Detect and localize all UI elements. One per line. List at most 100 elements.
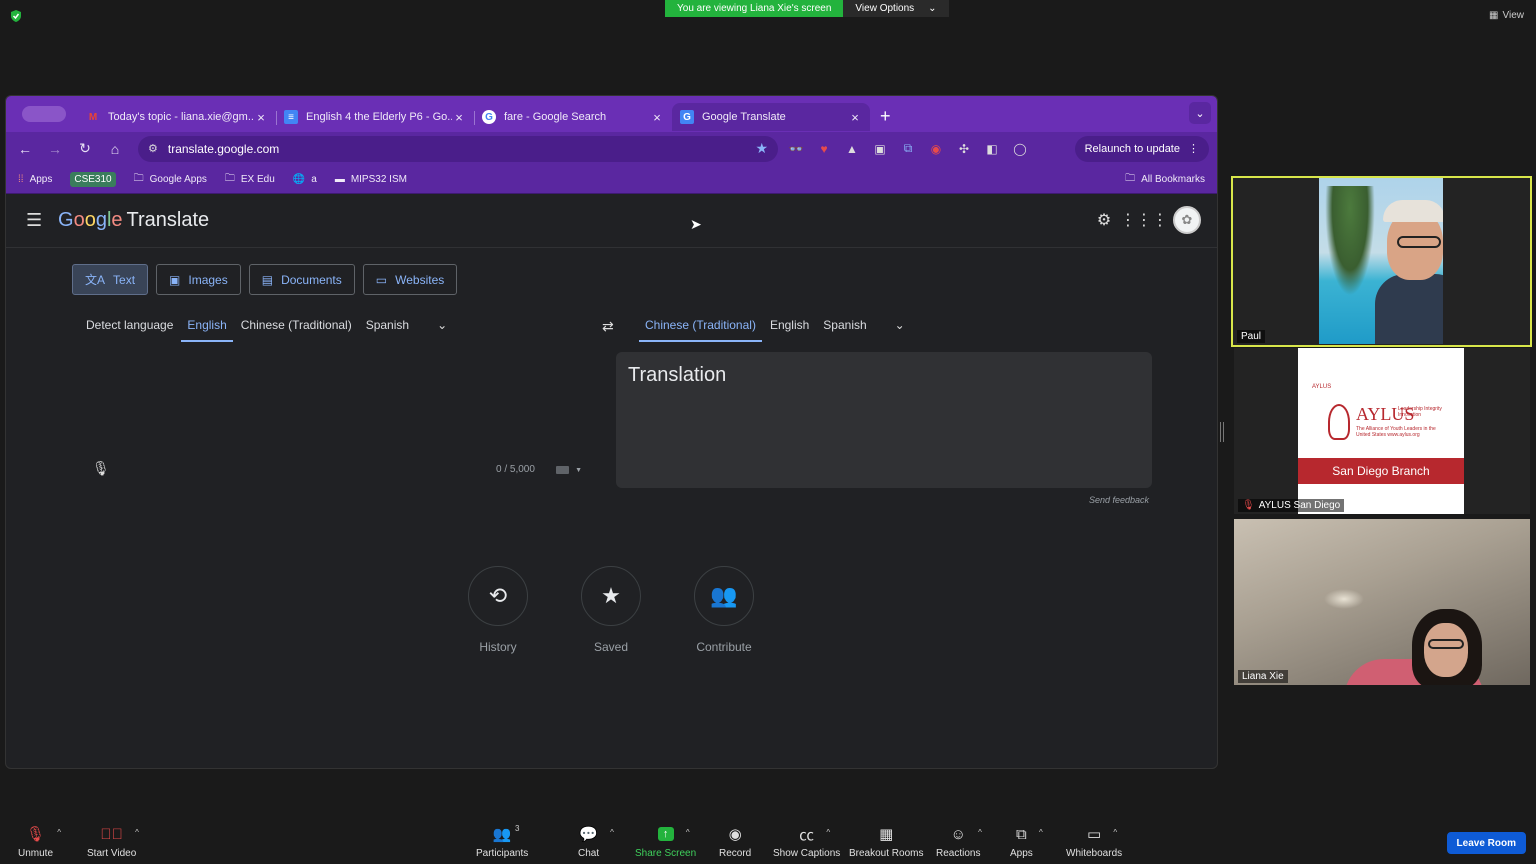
show-captions-button[interactable]: ㏄ ^ Show Captions [773,826,840,860]
extension-glasses-icon[interactable]: 👓 [786,139,806,159]
caret-up-icon[interactable]: ^ [686,828,690,837]
mode-text[interactable]: 文A Text [72,264,149,295]
extension-heart-icon[interactable]: ♥ [814,139,834,159]
close-icon[interactable]: × [650,110,664,125]
all-bookmarks[interactable]: 🗀 All Bookmarks [1125,171,1205,188]
apps-icon: ⧉ ^ [1016,825,1043,843]
hamburger-menu-icon[interactable]: ☰ [26,210,44,231]
bookmark-ex-edu[interactable]: 🗀 EX Edu [225,171,275,188]
chat-button[interactable]: 💬 ^ Chat [578,826,614,859]
site-info-icon[interactable]: ⚙ [148,142,158,155]
chevron-down-icon[interactable]: ⌄ [895,318,905,342]
caret-up-icon[interactable]: ^ [1039,828,1043,837]
reload-button[interactable]: ↻ [74,138,96,160]
bookmark-star-icon[interactable]: ★ [755,140,768,157]
source-lang-spanish[interactable]: Spanish [366,318,409,342]
tab-google-search[interactable]: G fare - Google Search × [474,103,672,131]
all-bookmarks-label: All Bookmarks [1141,173,1205,185]
product-name: Translate [126,209,210,231]
source-text-input[interactable]: 🎙 0 / 5,000 ▼ [72,352,596,488]
view-button[interactable]: ▦ View [1489,10,1524,21]
settings-gear-icon[interactable]: ⚙ [1093,209,1115,231]
participant-tile-liana[interactable]: Liana Xie [1234,519,1530,685]
target-lang-spanish[interactable]: Spanish [823,318,866,342]
leave-room-button[interactable]: Leave Room [1446,832,1526,854]
caret-up-icon[interactable]: ^ [978,828,982,837]
source-lang-english[interactable]: English [181,318,234,342]
source-lang-detect[interactable]: Detect language [86,318,173,342]
close-icon[interactable]: × [848,110,862,125]
logo-letter: o [84,209,96,231]
bookmark-google-apps[interactable]: 🗀 Google Apps [134,171,207,188]
logo-letter: o [73,209,85,231]
participant-tile-paul[interactable]: Paul [1231,176,1532,347]
bookmark-mips32[interactable]: ▬ MIPS32 ISM [335,174,407,185]
forward-button[interactable]: → [44,138,66,160]
close-icon[interactable]: × [452,110,466,125]
relaunch-button[interactable]: Relaunch to update ⋮ [1074,135,1209,162]
home-button[interactable]: ⌂ [104,138,126,160]
tab-group-indicator[interactable] [22,106,66,122]
view-options-button[interactable]: View Options ⌄ [843,0,949,17]
source-lang-chinese[interactable]: Chinese (Traditional) [241,318,352,342]
breakout-rooms-button[interactable]: ▦ Breakout Rooms [849,826,923,859]
tab-google-translate[interactable]: G Google Translate × [672,103,870,131]
address-bar[interactable]: ⚙ translate.google.com ★ [138,135,778,162]
send-feedback-link[interactable]: Send feedback [1089,495,1149,505]
back-button[interactable]: ← [14,138,36,160]
caret-up-icon[interactable]: ^ [1113,828,1117,837]
whiteboards-button[interactable]: ▭ ^ Whiteboards [1066,826,1122,859]
viewing-banner: You are viewing Liana Xie's screen View … [665,0,949,17]
account-avatar[interactable]: ✿ [1173,206,1201,234]
keyboard-icon[interactable]: ▼ [556,465,582,475]
participants-button[interactable]: 👥 3 Participants [476,824,529,859]
caret-up-icon[interactable]: ^ [135,828,139,837]
toolbar-label: Apps [1010,848,1033,859]
target-lang-english[interactable]: English [770,318,809,342]
tab-gmail[interactable]: M Today's topic - liana.xie@gm... × [78,103,276,131]
url-text[interactable]: translate.google.com [168,142,746,156]
toolbar-label: Share Screen [635,848,697,859]
start-video-button[interactable]: ▶⃠ ^ Start Video [87,826,139,860]
caret-up-icon[interactable]: ^ [826,828,830,837]
caret-up-icon[interactable]: ^ [610,828,614,837]
extension-red-icon[interactable]: ◉ [926,139,946,159]
translation-placeholder: Translation [628,364,727,386]
char-count: 0 / 5,000 [496,464,535,475]
history-button[interactable]: ⟲ History [468,566,528,654]
profile-avatar-icon[interactable]: ◯ [1010,139,1030,159]
bookmark-a[interactable]: 🌐 a [293,174,317,185]
tab-docs[interactable]: ≡ English 4 the Elderly P6 - Go... × [276,103,474,131]
target-lang-chinese[interactable]: Chinese (Traditional) [639,318,762,342]
reactions-button[interactable]: ☺ ^ Reactions [936,826,982,860]
mode-images[interactable]: ▣ Images [156,264,241,295]
tab-search-button[interactable]: ⌄ [1189,102,1211,124]
extension-translate-icon[interactable]: ⧉ [898,139,918,159]
side-panel-icon[interactable]: ◧ [982,139,1002,159]
extension-drive-icon[interactable]: ▲ [842,139,862,159]
toolbar-label: Participants [476,848,529,859]
saved-button[interactable]: ★ Saved [581,566,641,654]
chevron-down-icon[interactable]: ⌄ [437,318,447,342]
google-translate-logo[interactable]: Google Translate [58,209,209,232]
bookmark-apps[interactable]: ⁞⁞ Apps [18,174,52,185]
microphone-icon[interactable]: 🎙 [92,460,110,477]
extension-photo-icon[interactable]: ▣ [870,139,890,159]
aylus-branch: San Diego Branch [1298,458,1464,484]
contribute-button[interactable]: 👥 Contribute [694,566,754,654]
bookmark-cse310[interactable]: CSE310 [70,171,116,187]
record-button[interactable]: ◉ Record [719,826,751,859]
close-icon[interactable]: × [254,110,268,125]
share-screen-button[interactable]: ↑ ^ Share Screen [635,826,696,859]
mode-documents[interactable]: ▤ Documents [248,264,355,295]
unmute-button[interactable]: 🎙 ^ Unmute [18,826,61,859]
extensions-puzzle-icon[interactable]: ✣ [954,139,974,159]
mode-websites[interactable]: ▭ Websites [362,264,458,295]
swap-languages-icon[interactable]: ⇄ [602,318,614,335]
panel-splitter[interactable] [1220,422,1224,442]
participant-tile-aylus[interactable]: AYLUS AYLUS Leadership Integrity Innovat… [1234,348,1530,514]
new-tab-button[interactable]: + [880,106,891,127]
google-apps-grid-icon[interactable]: ⋮⋮⋮ [1120,209,1168,231]
apps-button[interactable]: ⧉ ^ Apps [1010,825,1043,860]
caret-up-icon[interactable]: ^ [57,828,61,837]
